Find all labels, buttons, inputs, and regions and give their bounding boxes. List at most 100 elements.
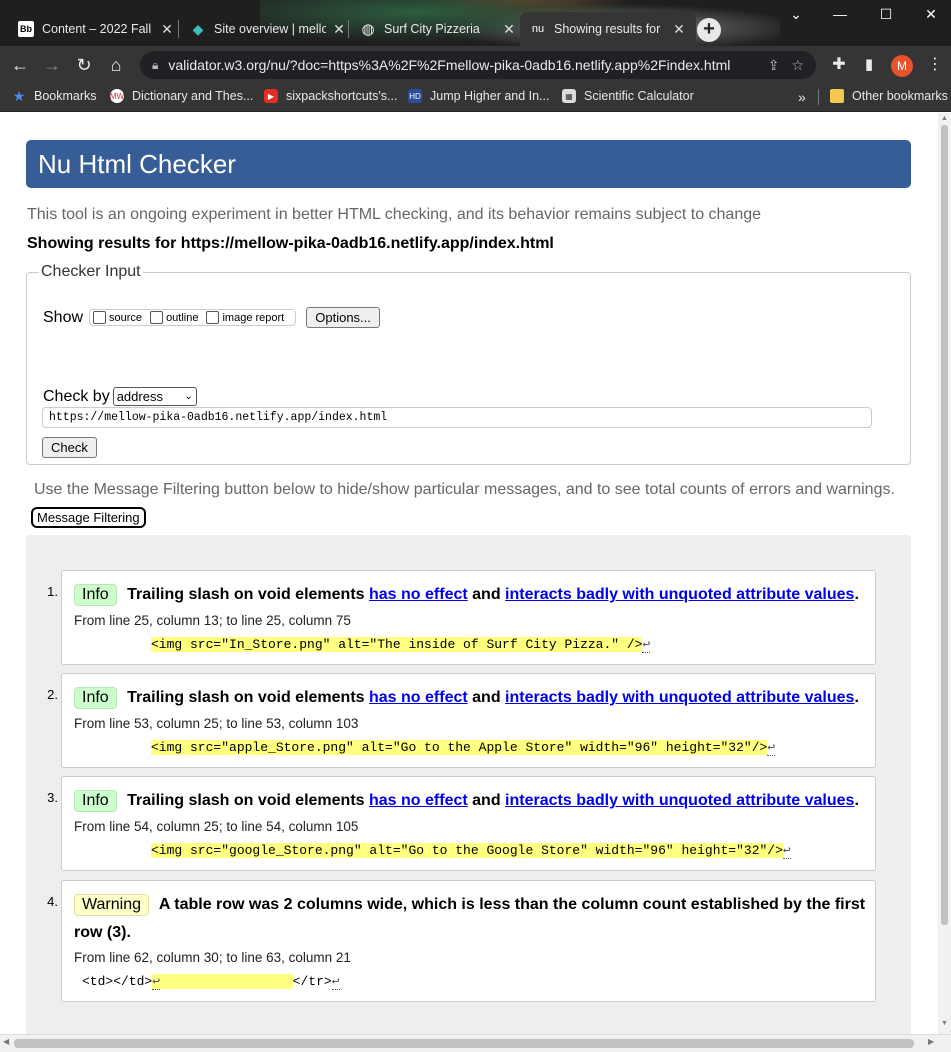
- code-text: <td></td>: [82, 974, 153, 989]
- nu-validator-icon: nu: [531, 23, 545, 35]
- share-icon[interactable]: ⇪: [768, 57, 780, 74]
- calculator-icon: ▦: [562, 89, 576, 103]
- tab-label: Showing results for: [554, 22, 661, 36]
- info-badge: Info: [74, 584, 117, 606]
- tab-close-icon[interactable]: ✕: [160, 21, 174, 38]
- outline-checkbox[interactable]: [150, 311, 164, 324]
- show-source-option[interactable]: source: [93, 311, 142, 324]
- vertical-scroll-thumb[interactable]: [941, 125, 948, 925]
- info-badge: Info: [74, 687, 117, 709]
- tab-search-icon[interactable]: ⌄: [786, 6, 806, 23]
- message-location: From line 25, column 13; to line 25, col…: [74, 613, 351, 628]
- tab-close-icon[interactable]: ✕: [672, 21, 686, 38]
- message-text: Warning A table row was 2 columns wide, …: [74, 891, 867, 947]
- new-tab-button[interactable]: +: [697, 18, 721, 42]
- tab-close-icon[interactable]: ✕: [332, 21, 346, 38]
- has-no-effect-link[interactable]: has no effect: [369, 689, 468, 706]
- scroll-up-arrow-icon[interactable]: ▲: [938, 115, 951, 122]
- horizontal-scrollbar[interactable]: ◀ ▶: [0, 1034, 951, 1052]
- menu-kebab-icon[interactable]: ⋮: [924, 54, 946, 76]
- maximize-button[interactable]: ☐: [876, 6, 896, 23]
- message-item: 4. Warning A table row was 2 columns wid…: [47, 880, 876, 1002]
- message-text-part: .: [854, 792, 859, 809]
- message-text-part: and: [472, 586, 501, 603]
- show-image-report-option[interactable]: image report: [206, 311, 284, 324]
- bookmark-bookmarks[interactable]: ★ Bookmarks: [12, 88, 97, 104]
- results-panel: 1. Info Trailing slash on void elements …: [26, 535, 911, 1034]
- message-text-part: .: [854, 689, 859, 706]
- message-item: 2. Info Trailing slash on void elements …: [47, 673, 876, 768]
- tab-showing-results[interactable]: nu Showing results for ✕: [520, 12, 696, 46]
- youtube-icon: ▶: [264, 89, 278, 103]
- check-by-select[interactable]: address ⌄: [112, 387, 197, 406]
- unquoted-attributes-link[interactable]: interacts badly with unquoted attribute …: [505, 792, 854, 809]
- message-location: From line 53, column 25; to line 53, col…: [74, 716, 359, 731]
- options-button[interactable]: Options...: [306, 307, 380, 328]
- line-return-icon: ↩: [767, 740, 776, 756]
- other-bookmarks[interactable]: Other bookmarks: [830, 89, 948, 103]
- bookmark-sixpack[interactable]: ▶ sixpackshortcuts's...: [264, 89, 397, 103]
- forward-arrow-icon[interactable]: →: [41, 54, 63, 76]
- bookmarks-overflow-button[interactable]: »: [798, 89, 806, 105]
- bookmark-label: Jump Higher and In...: [430, 89, 550, 103]
- close-window-button[interactable]: ✕: [921, 6, 941, 23]
- bookmark-star-icon[interactable]: ☆: [791, 57, 804, 74]
- tab-surf-city-pizzeria[interactable]: ◍ Surf City Pizzeria ✕: [350, 12, 526, 46]
- check-button[interactable]: Check: [42, 437, 97, 458]
- unquoted-attributes-link[interactable]: interacts badly with unquoted attribute …: [505, 586, 854, 603]
- address-bar[interactable]: 🔒︎ validator.w3.org/nu/?doc=https%3A%2F%…: [140, 51, 816, 79]
- message-text-part: .: [854, 586, 859, 603]
- back-arrow-icon[interactable]: ←: [9, 54, 31, 76]
- netlify-icon: ◆: [192, 20, 204, 37]
- message-text: Info Trailing slash on void elements has…: [74, 787, 867, 815]
- code-highlight: <img src="apple_Store.png" alt="Go to th…: [151, 740, 768, 755]
- scroll-down-arrow-icon[interactable]: ▼: [938, 1020, 951, 1027]
- line-return-icon: ↩: [782, 843, 791, 859]
- tab-site-overview[interactable]: ◆ Site overview | mellow ✕: [180, 12, 356, 46]
- tab-separator: [178, 20, 179, 38]
- has-no-effect-link[interactable]: has no effect: [369, 586, 468, 603]
- vertical-scrollbar[interactable]: ▲ ▼: [938, 113, 951, 1034]
- minimize-button[interactable]: —: [830, 6, 850, 22]
- reload-icon[interactable]: ↻: [73, 54, 95, 76]
- unquoted-attributes-link[interactable]: interacts badly with unquoted attribute …: [505, 689, 854, 706]
- address-url[interactable]: validator.w3.org/nu/?doc=https%3A%2F%2Fm…: [168, 57, 767, 73]
- folder-icon: [830, 89, 844, 103]
- bookmark-label: sixpackshortcuts's...: [286, 89, 398, 103]
- code-text: </tr>: [292, 974, 332, 989]
- bookmark-scientific-calculator[interactable]: ▦ Scientific Calculator: [562, 89, 694, 103]
- document-url-input[interactable]: https://mellow-pika-0adb16.netlify.app/i…: [42, 407, 872, 428]
- bookmark-jump-higher[interactable]: HD Jump Higher and In...: [408, 89, 550, 103]
- tab-close-icon[interactable]: ✕: [502, 21, 516, 38]
- image-report-checkbox[interactable]: [206, 311, 220, 324]
- show-outline-option[interactable]: outline: [150, 311, 198, 324]
- info-badge: Info: [74, 790, 117, 812]
- extensions-icon[interactable]: ✚: [828, 54, 850, 76]
- option-label: outline: [166, 311, 199, 324]
- scroll-right-arrow-icon[interactable]: ▶: [928, 1037, 934, 1046]
- message-text-part: Trailing slash on void elements: [127, 689, 365, 706]
- message-item: 3. Info Trailing slash on void elements …: [47, 776, 876, 871]
- page-viewport: Nu Html Checker This tool is an ongoing …: [0, 113, 938, 1034]
- horizontal-scroll-thumb[interactable]: [14, 1039, 914, 1048]
- message-filtering-button[interactable]: Message Filtering: [31, 507, 146, 528]
- line-return-icon: ↩: [331, 974, 340, 990]
- scroll-left-arrow-icon[interactable]: ◀: [3, 1037, 9, 1046]
- side-panel-icon[interactable]: ▮: [858, 54, 880, 76]
- bookmark-dictionary[interactable]: MW Dictionary and Thes...: [110, 89, 253, 103]
- code-extract: <td></td>↩ </tr>↩: [82, 974, 340, 990]
- message-location: From line 54, column 25; to line 54, col…: [74, 819, 359, 834]
- lock-icon[interactable]: 🔒︎: [152, 58, 158, 73]
- page-title: Nu Html Checker: [26, 140, 911, 188]
- home-icon[interactable]: ⌂: [105, 54, 127, 76]
- browser-toolbar: ← → ↻ ⌂ 🔒︎ validator.w3.org/nu/?doc=http…: [0, 46, 951, 84]
- profile-avatar[interactable]: M: [891, 55, 913, 77]
- tab-content-2022-fall[interactable]: Bb Content – 2022 Fall ✕: [8, 12, 184, 46]
- checker-input-legend: Checker Input: [41, 263, 141, 280]
- has-no-effect-link[interactable]: has no effect: [369, 792, 468, 809]
- results-heading: Showing results for https://mellow-pika-…: [27, 235, 554, 252]
- source-checkbox[interactable]: [93, 311, 107, 324]
- warning-badge: Warning: [74, 894, 149, 916]
- chevron-down-icon: ⌄: [184, 391, 193, 402]
